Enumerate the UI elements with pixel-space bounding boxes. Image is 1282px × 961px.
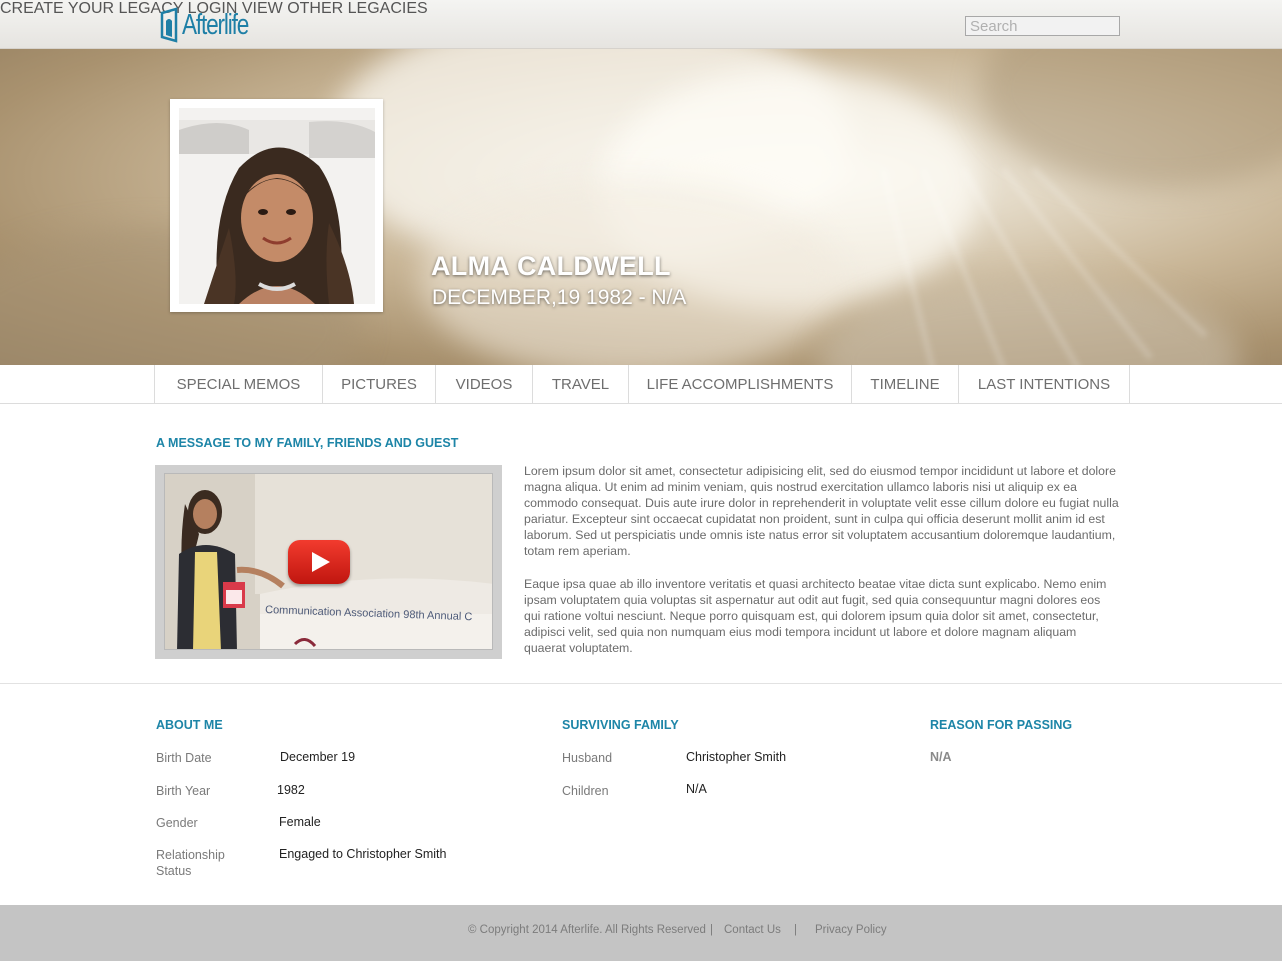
birth-date-value: December 19 (280, 750, 356, 764)
birth-year-label: Birth Year (156, 784, 211, 798)
section-tabs: SPECIAL MEMOS PICTURES VIDEOS TRAVEL LIF… (0, 365, 1282, 404)
logo-door-icon (160, 7, 180, 43)
message-paragraph-1: Lorem ipsum dolor sit amet, consectetur … (524, 464, 1119, 559)
profile-photo (179, 108, 375, 304)
tab-travel[interactable]: TRAVEL (532, 365, 628, 403)
nav-view-legacies[interactable]: VIEW OTHER LEGACIES (242, 0, 428, 17)
children-label: Children (562, 784, 609, 798)
message-paragraph-2: Eaque ipsa quae ab illo inventore verita… (524, 577, 1107, 656)
birth-date-label: Birth Date (156, 751, 212, 765)
about-title: ABOUT ME (156, 718, 223, 732)
play-button[interactable] (288, 540, 350, 584)
copyright-text: © Copyright 2014 Afterlife. All Rights R… (468, 924, 706, 936)
site-logo[interactable]: Afterlife (160, 5, 260, 45)
video-thumbnail[interactable]: Communication Association 98th Annual C (164, 473, 493, 650)
profile-photo-frame (170, 99, 383, 312)
husband-label: Husband (562, 751, 613, 765)
footer-separator: | (710, 924, 713, 936)
tab-last-intentions[interactable]: LAST INTENTIONS (958, 365, 1130, 403)
gender-value: Female (279, 815, 321, 829)
video-player[interactable]: Communication Association 98th Annual C (155, 465, 502, 659)
hero-banner: ALMA CALDWELL DECEMBER,19 1982 - N/A (0, 49, 1282, 365)
birth-year-value: 1982 (277, 783, 305, 797)
passing-value: N/A (930, 750, 952, 764)
contact-us-link[interactable]: Contact Us (724, 924, 781, 936)
site-header: Afterlife CREATE YOUR LEGACY LOGIN VIEW … (0, 0, 1282, 49)
tab-pictures[interactable]: PICTURES (322, 365, 435, 403)
logo-text: Afterlife (182, 8, 249, 41)
nav-create-legacy[interactable]: CREATE YOUR LEGACY (0, 0, 183, 17)
relationship-value: Engaged to Christopher Smith (279, 847, 447, 861)
tab-special-memos[interactable]: SPECIAL MEMOS (154, 365, 322, 403)
person-name: ALMA CALDWELL (431, 251, 671, 281)
tab-life-accomplishments[interactable]: LIFE ACCOMPLISHMENTS (628, 365, 851, 403)
section-divider (0, 683, 1282, 684)
tab-videos[interactable]: VIDEOS (435, 365, 532, 403)
gender-label: Gender (156, 816, 198, 830)
site-footer: © Copyright 2014 Afterlife. All Rights R… (0, 905, 1282, 961)
footer-separator: | (794, 924, 797, 936)
privacy-policy-link[interactable]: Privacy Policy (815, 924, 887, 936)
person-dates: DECEMBER,19 1982 - N/A (432, 286, 687, 309)
search-input[interactable] (965, 16, 1120, 36)
message-title: A MESSAGE TO MY FAMILY, FRIENDS AND GUES… (156, 436, 459, 450)
children-value: N/A (686, 782, 707, 796)
family-title: SURVIVING FAMILY (562, 718, 679, 732)
husband-value: Christopher Smith (686, 750, 787, 764)
passing-title: REASON FOR PASSING (930, 718, 1073, 732)
tab-timeline[interactable]: TIMELINE (851, 365, 958, 403)
relationship-label: Relationship Status (156, 848, 225, 878)
